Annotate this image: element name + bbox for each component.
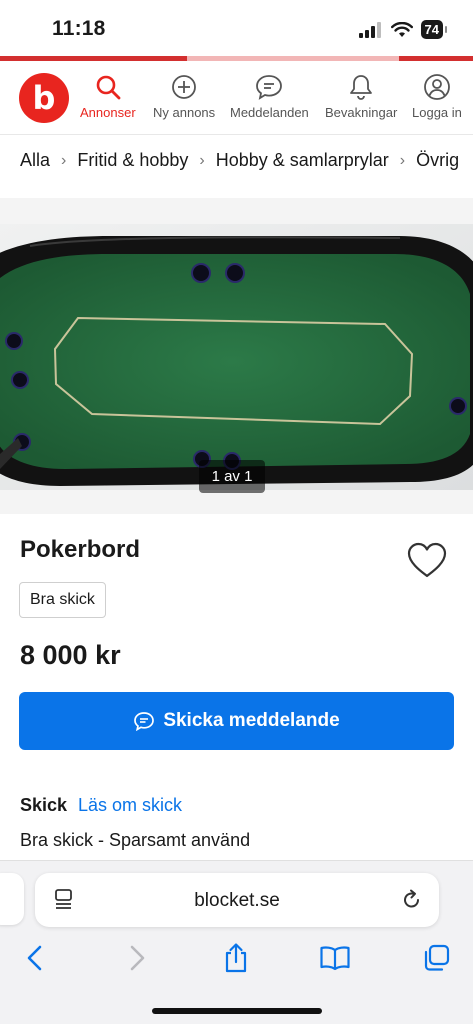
browser-toolbar: blocket.se (0, 860, 473, 1024)
address-bar[interactable]: blocket.se (35, 873, 439, 927)
back-button[interactable] (18, 941, 52, 975)
chat-icon (256, 75, 283, 100)
reload-icon[interactable] (401, 888, 423, 917)
poker-table-image (0, 224, 473, 490)
nav-meddelanden[interactable]: Meddelanden (230, 73, 309, 120)
nav-annonser[interactable]: Annonser (80, 73, 136, 120)
chevron-right-icon: › (61, 151, 67, 169)
site-header: b Annonser Ny annons Meddelanden Bevakni… (0, 61, 473, 135)
breadcrumb-item[interactable]: Övrig (416, 150, 459, 171)
chevron-left-icon (27, 945, 42, 971)
heart-icon (407, 542, 447, 578)
favorite-button[interactable] (404, 540, 450, 580)
status-time: 11:18 (52, 17, 106, 40)
forward-button[interactable] (120, 941, 154, 975)
bell-icon (350, 75, 373, 100)
plus-circle-icon (172, 75, 196, 99)
user-icon (424, 74, 450, 100)
battery-indicator: 74 (420, 20, 448, 39)
nav-label: Bevakningar (325, 105, 398, 120)
share-button[interactable] (219, 941, 253, 975)
read-about-condition-link[interactable]: Läs om skick (78, 795, 182, 816)
status-icons: 74 (358, 20, 448, 39)
tabs-button[interactable] (419, 941, 453, 975)
nav-ny-annons[interactable]: Ny annons (153, 73, 215, 120)
nav-label: Logga in (412, 105, 462, 120)
listing-title: Pokerbord (20, 536, 141, 563)
bookmarks-button[interactable] (318, 941, 352, 975)
book-icon (320, 946, 350, 971)
breadcrumb-item[interactable]: Fritid & hobby (77, 150, 188, 171)
tabs-icon (424, 944, 450, 971)
signal-icon (358, 21, 381, 38)
blocket-logo[interactable]: b (19, 73, 69, 123)
listing-photo[interactable] (0, 224, 473, 490)
nav-bevakningar[interactable]: Bevakningar (325, 73, 397, 120)
nav-label: Annonser (80, 105, 136, 120)
chevron-right-icon: › (399, 151, 406, 169)
search-icon (96, 75, 121, 100)
nav-label: Meddelanden (230, 105, 309, 120)
condition-heading: Skick (20, 795, 68, 815)
condition-badge: Bra skick (19, 582, 106, 618)
nav-logga-in[interactable]: Logga in (412, 73, 462, 120)
chevron-right-icon (130, 945, 145, 971)
wifi-icon (390, 21, 413, 37)
listing-price: 8 000 kr (20, 640, 121, 670)
chevron-right-icon: › (199, 151, 205, 169)
breadcrumb: Alla › Fritid & hobby › Hobby & samlarpr… (20, 150, 473, 171)
condition-description: Bra skick - Sparsamt använd (20, 830, 251, 850)
send-message-button[interactable]: Skicka meddelande (19, 692, 454, 750)
share-icon (225, 943, 247, 973)
image-counter: 1 av 1 (199, 460, 265, 493)
cta-label: Skicka meddelande (163, 710, 340, 731)
chat-icon (134, 712, 155, 731)
breadcrumb-item[interactable]: Hobby & samlarprylar (216, 150, 389, 171)
previous-tab-pill[interactable] (0, 873, 24, 925)
url-text: blocket.se (194, 890, 280, 911)
home-indicator (152, 1008, 322, 1014)
breadcrumb-item[interactable]: Alla (20, 150, 50, 171)
nav-label: Ny annons (153, 105, 216, 120)
status-bar: 11:18 74 (0, 0, 473, 58)
